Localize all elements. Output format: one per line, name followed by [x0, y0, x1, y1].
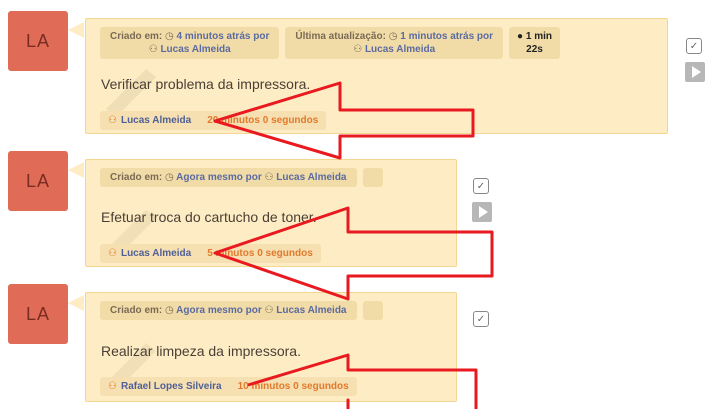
empty-chip [362, 301, 383, 320]
updated-chip: Última atualização: ◷ 1 minutos atrás po… [285, 27, 504, 59]
assignee-duration-chip: ⚇ Rafael Lopes Silveira 10 minutos 0 segu… [100, 377, 357, 396]
created-chip: Criado em: ◷ Agora mesmo por ⚇ Lucas Alm… [100, 168, 357, 187]
avatar: LA [8, 11, 68, 71]
created-chip: Criado em: ◷ 4 minutos atrás por ⚇ Lucas… [100, 27, 280, 59]
user-icon: ⚇ [108, 381, 117, 392]
avatar: LA [8, 151, 68, 211]
user-icon: ⚇ [148, 44, 158, 55]
task-card: Criado em: ◷ Agora mesmo por ⚇ Lucas Alm… [85, 292, 457, 402]
play-task-button[interactable] [472, 202, 492, 222]
user-icon: ⚇ [264, 172, 274, 183]
user-icon: ⚇ [108, 248, 117, 259]
task-card: Criado em: ◷ Agora mesmo por ⚇ Lucas Alm… [85, 159, 457, 267]
elapsed-timer-chip: ● 1 min 22s [509, 27, 560, 59]
clock-icon: ◷ [165, 305, 174, 316]
clock-icon: ◷ [165, 172, 174, 183]
assignee-duration-chip: ⚇ Lucas Almeida 20 minutos 0 segundos [100, 111, 327, 130]
card-pointer [68, 295, 84, 311]
created-chip: Criado em: ◷ Agora mesmo por ⚇ Lucas Alm… [100, 301, 357, 320]
user-icon: ⚇ [108, 115, 117, 126]
timer-icon: ● [517, 31, 524, 42]
task-card: Criado em: ◷ 4 minutos atrás por ⚇ Lucas… [85, 18, 668, 134]
user-icon: ⚇ [353, 44, 363, 55]
clock-icon: ◷ [388, 31, 398, 42]
avatar: LA [8, 284, 68, 344]
card-pointer [68, 22, 84, 38]
assignee-duration-chip: ⚇ Lucas Almeida 5 minutos 0 segundos [100, 244, 321, 263]
empty-chip [362, 168, 383, 187]
user-icon: ⚇ [264, 305, 274, 316]
complete-task-button[interactable]: ✓ [473, 178, 489, 194]
complete-task-button[interactable]: ✓ [686, 38, 702, 54]
clock-icon: ◷ [165, 31, 174, 42]
complete-task-button[interactable]: ✓ [473, 311, 489, 327]
card-pointer [68, 162, 84, 178]
task-title: Verificar problema da impressora. [101, 76, 311, 92]
task-title: Efetuar troca do cartucho de toner. [101, 209, 317, 225]
task-title: Realizar limpeza da impressora. [101, 343, 301, 359]
play-task-button[interactable] [685, 62, 705, 82]
